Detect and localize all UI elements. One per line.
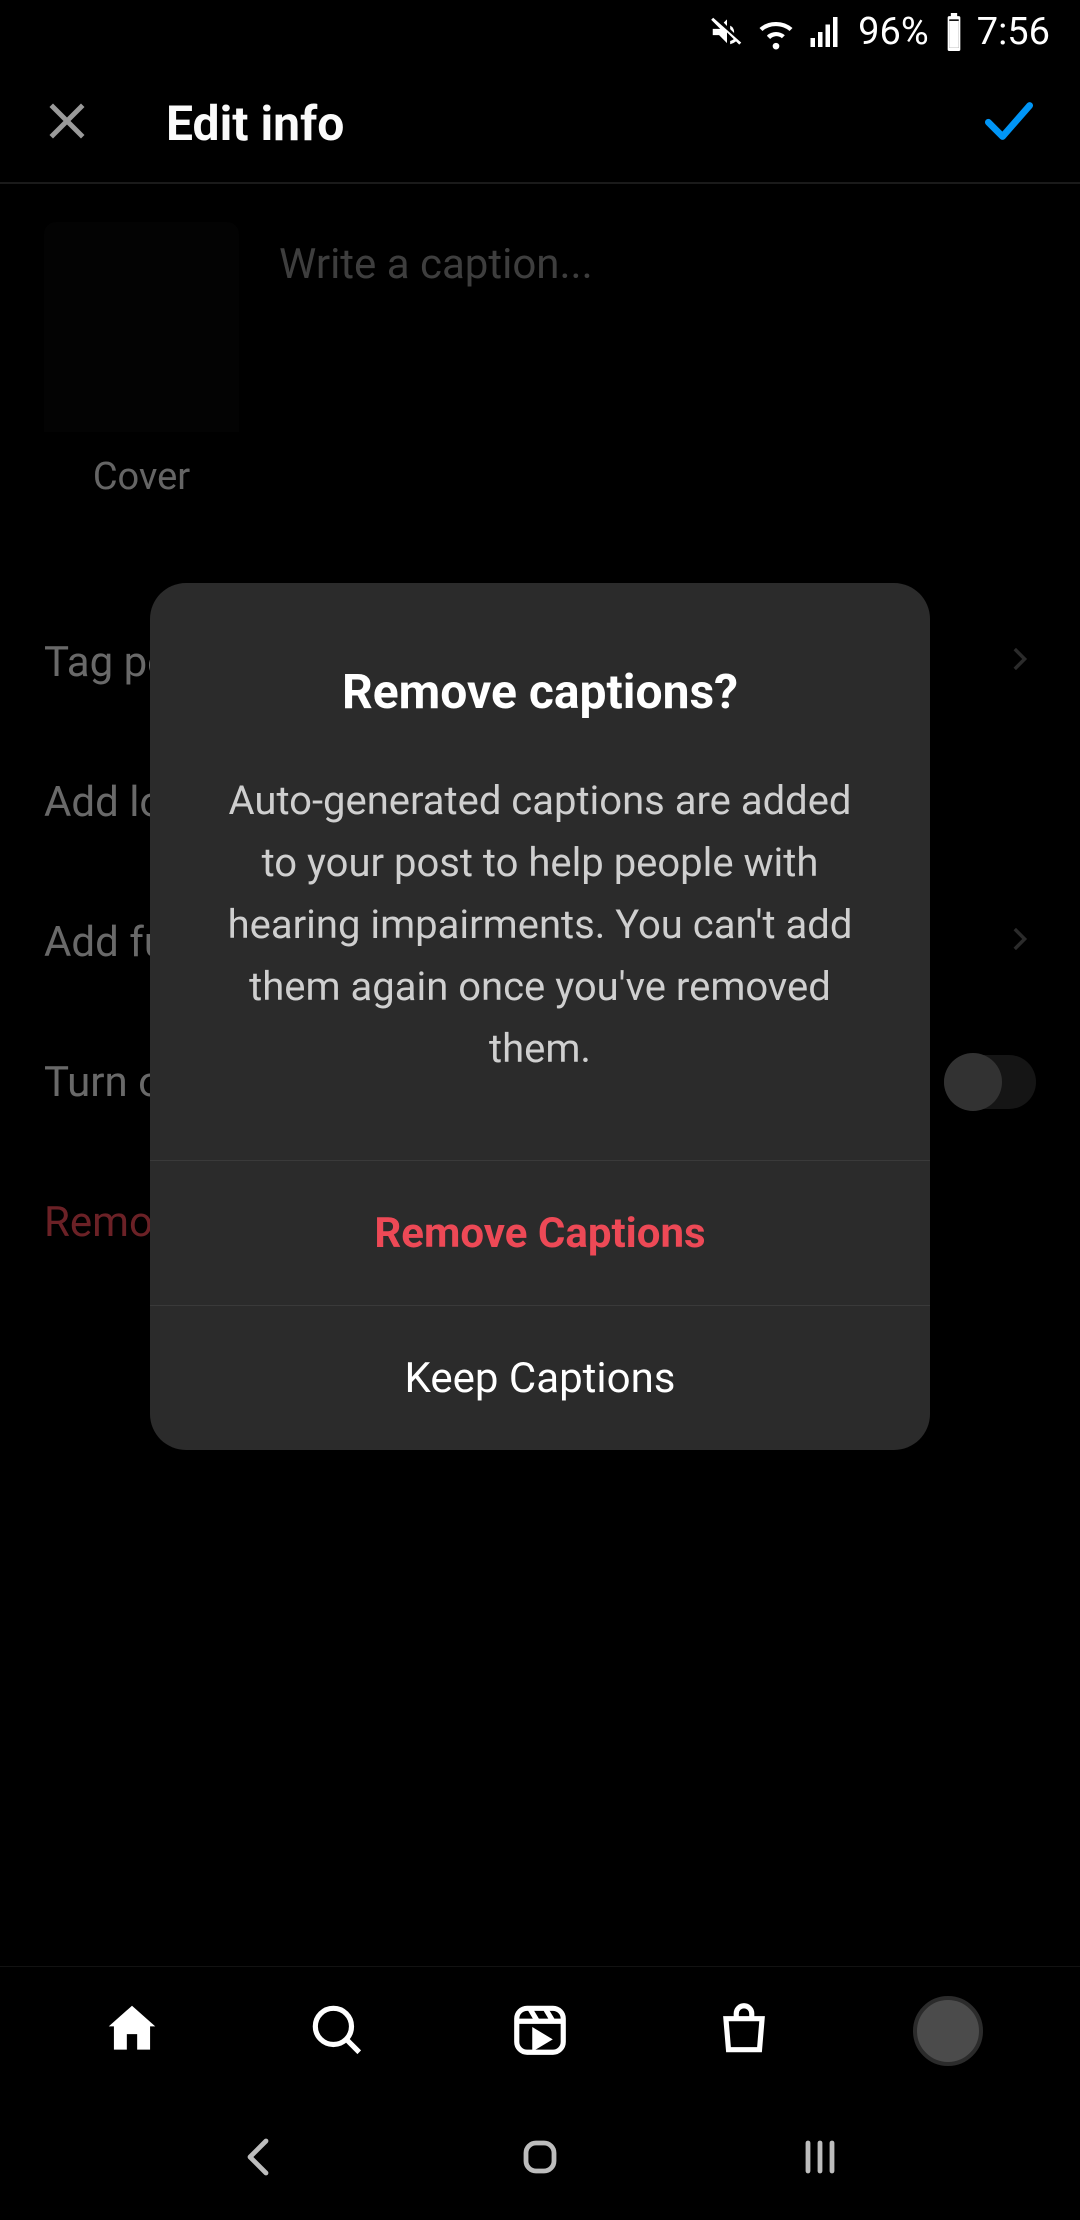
remove-captions-dialog: Remove captions? Auto-generated captions…: [150, 583, 930, 1450]
search-icon: [305, 1998, 367, 2064]
tab-home[interactable]: [72, 1967, 192, 2094]
keep-captions-button[interactable]: Keep Captions: [150, 1305, 930, 1450]
page-title: Edit info: [94, 95, 978, 152]
shop-icon: [713, 1998, 775, 2064]
status-icons: [708, 12, 842, 52]
status-time: 7:56: [977, 10, 1050, 54]
nav-home-button[interactable]: [516, 2133, 564, 2181]
dialog-body: Auto-generated captions are added to you…: [210, 770, 870, 1080]
tab-profile[interactable]: [888, 1967, 1008, 2094]
status-bar: 96% 7:56: [0, 0, 1080, 64]
signal-icon: [806, 14, 842, 50]
tab-reels[interactable]: [480, 1967, 600, 2094]
app-tab-bar: [0, 1966, 1080, 2094]
battery-icon: [943, 13, 965, 51]
tab-search[interactable]: [276, 1967, 396, 2094]
reels-icon: [509, 1998, 571, 2064]
confirm-icon[interactable]: [978, 90, 1040, 156]
home-icon: [101, 1998, 163, 2064]
close-icon[interactable]: [40, 94, 94, 152]
system-nav-bar: [0, 2094, 1080, 2220]
mute-icon: [708, 13, 746, 51]
app-header: Edit info: [0, 64, 1080, 184]
tab-shop[interactable]: [684, 1967, 804, 2094]
wifi-icon: [756, 12, 796, 52]
avatar: [913, 1996, 983, 2066]
remove-captions-button[interactable]: Remove Captions: [150, 1160, 930, 1305]
dialog-title: Remove captions?: [210, 663, 870, 720]
nav-recents-button[interactable]: [796, 2133, 844, 2181]
nav-back-button[interactable]: [236, 2133, 284, 2181]
battery-percent: 96%: [858, 10, 929, 54]
